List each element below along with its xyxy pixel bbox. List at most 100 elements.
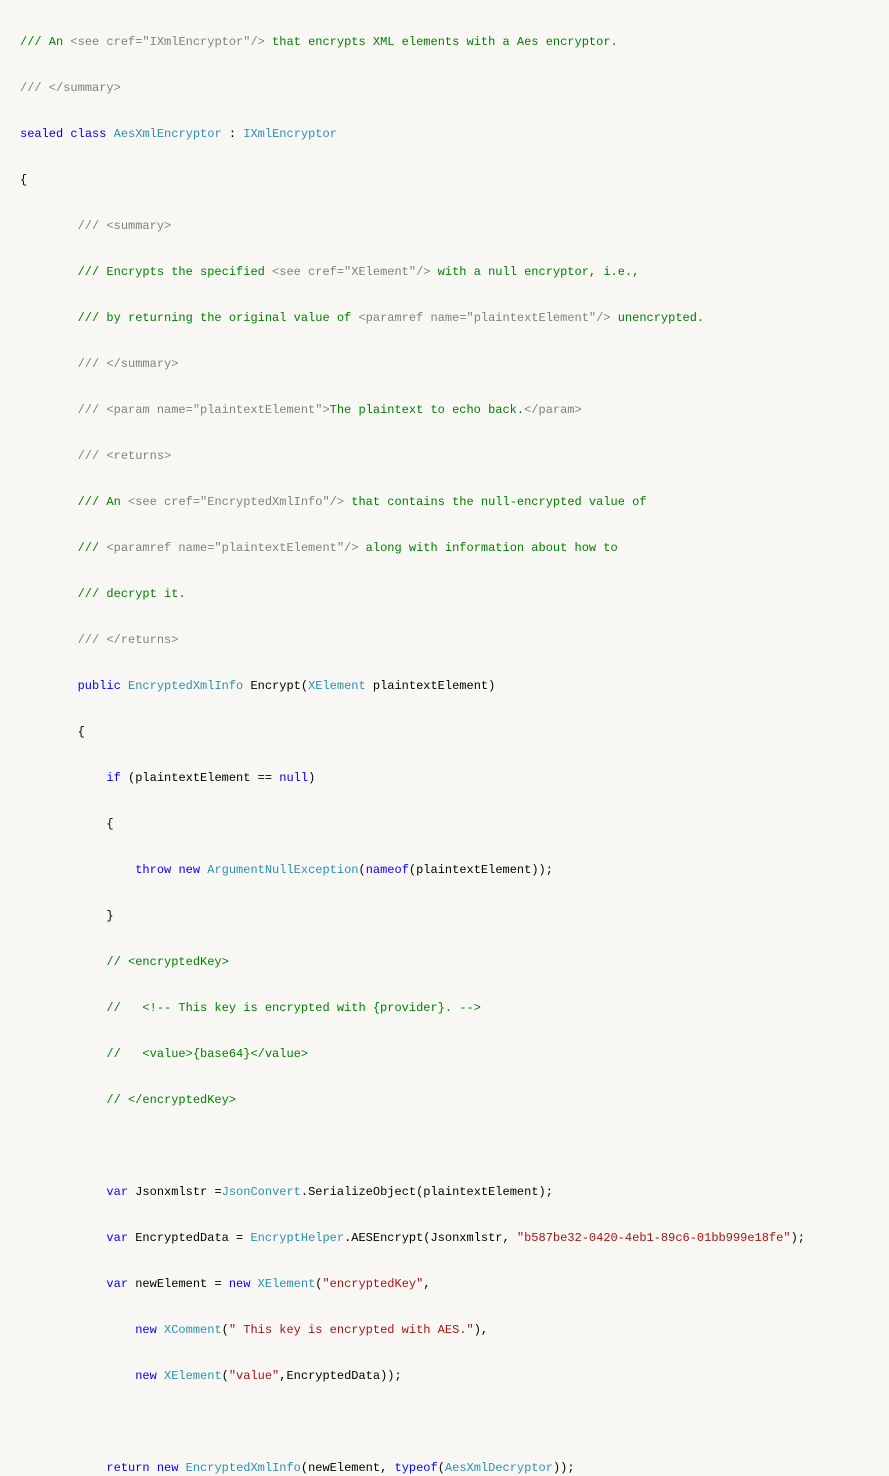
keyword: new <box>229 1277 251 1291</box>
keyword: new <box>178 863 200 877</box>
code-line: /// <returns> <box>20 445 889 468</box>
sp <box>157 1369 164 1383</box>
code-line: // </encryptedKey> <box>20 1089 889 1112</box>
code-line: /// by returning the original value of <… <box>20 307 889 330</box>
punct: ( <box>222 1323 229 1337</box>
xml-tag: </param> <box>524 403 582 417</box>
code-line: var newElement = new XElement("encrypted… <box>20 1273 889 1296</box>
code-line: /// An <see cref="IXmlEncryptor"/> that … <box>20 31 889 54</box>
comment: // <value>{base64}</value> <box>20 1047 308 1061</box>
pad <box>20 1461 106 1475</box>
code-line: } <box>20 905 889 928</box>
sp <box>171 863 178 877</box>
punct: ), <box>474 1323 488 1337</box>
xml-tag: /// <param name="plaintextElement"> <box>20 403 330 417</box>
code-line: // <!-- This key is encrypted with {prov… <box>20 997 889 1020</box>
pad <box>20 771 106 785</box>
sp <box>121 679 128 693</box>
sp <box>178 1461 185 1475</box>
code-line: { <box>20 721 889 744</box>
code-line: /// An <see cref="EncryptedXmlInfo"/> th… <box>20 491 889 514</box>
code: .AESEncrypt(Jsonxmlstr, <box>344 1231 517 1245</box>
keyword: var <box>106 1277 128 1291</box>
code-line: throw new ArgumentNullException(nameof(p… <box>20 859 889 882</box>
code-line: return new EncryptedXmlInfo(newElement, … <box>20 1457 889 1476</box>
pad <box>20 1185 106 1199</box>
cond: (plaintextElement == <box>121 771 279 785</box>
keyword: nameof <box>366 863 409 877</box>
sp <box>150 1461 157 1475</box>
type-name: EncryptedXmlInfo <box>186 1461 301 1475</box>
keyword: var <box>106 1231 128 1245</box>
pad <box>20 1369 135 1383</box>
xml-doc: /// An <box>20 495 128 509</box>
keyword: new <box>157 1461 179 1475</box>
punct: ( <box>358 863 365 877</box>
keyword: var <box>106 1185 128 1199</box>
code-line: /// Encrypts the specified <see cref="XE… <box>20 261 889 284</box>
code: (newElement, <box>301 1461 395 1475</box>
code-line: public EncryptedXmlInfo Encrypt(XElement… <box>20 675 889 698</box>
brace: } <box>20 909 114 923</box>
keyword: typeof <box>395 1461 438 1475</box>
type-name: ArgumentNullException <box>207 863 358 877</box>
code-line: /// <param name="plaintextElement">The p… <box>20 399 889 422</box>
punct: )); <box>553 1461 575 1475</box>
brace: { <box>20 817 114 831</box>
brace: { <box>20 725 85 739</box>
code-block: /// An <see cref="IXmlEncryptor"/> that … <box>20 8 889 1476</box>
type-name: AesXmlDecryptor <box>445 1461 553 1475</box>
code-line: /// <paramref name="plaintextElement"/> … <box>20 537 889 560</box>
xml-tag: <see cref="XElement"/> <box>272 265 430 279</box>
punct: ( <box>315 1277 322 1291</box>
type-name: XElement <box>164 1369 222 1383</box>
keyword: new <box>135 1369 157 1383</box>
params: plaintextElement) <box>366 679 496 693</box>
code-line: { <box>20 169 889 192</box>
keyword: class <box>70 127 106 141</box>
code: newElement = <box>128 1277 229 1291</box>
pad <box>20 1231 106 1245</box>
type-name: IXmlEncryptor <box>243 127 337 141</box>
code: ,EncryptedData)); <box>279 1369 401 1383</box>
comment: // <!-- This key is encrypted with {prov… <box>20 1001 481 1015</box>
type-name: XElement <box>308 679 366 693</box>
xml-doc: with a null encryptor, i.e., <box>430 265 639 279</box>
code-line: new XElement("value",EncryptedData)); <box>20 1365 889 1388</box>
type-name: XElement <box>258 1277 316 1291</box>
punct: ( <box>222 1369 229 1383</box>
code-line: { <box>20 813 889 836</box>
code-line: var EncryptedData = EncryptHelper.AESEnc… <box>20 1227 889 1250</box>
code-line: /// decrypt it. <box>20 583 889 606</box>
string: "encryptedKey" <box>322 1277 423 1291</box>
keyword: throw <box>135 863 171 877</box>
code: EncryptedData = <box>128 1231 250 1245</box>
code-line: if (plaintextElement == null) <box>20 767 889 790</box>
string: "b587be32-0420-4eb1-89c6-01bb999e18fe" <box>517 1231 791 1245</box>
type-name: AesXmlEncryptor <box>114 127 222 141</box>
type-name: JsonConvert <box>222 1185 301 1199</box>
code-line: /// </summary> <box>20 77 889 100</box>
code-line <box>20 1411 889 1434</box>
type-name: EncryptedXmlInfo <box>128 679 243 693</box>
sp <box>200 863 207 877</box>
blank <box>20 1139 27 1153</box>
xml-doc: along with information about how to <box>358 541 617 555</box>
string: "value" <box>229 1369 279 1383</box>
code-line: // <encryptedKey> <box>20 951 889 974</box>
xml-doc: The plaintext to echo back. <box>330 403 524 417</box>
code: .SerializeObject(plaintextElement); <box>301 1185 553 1199</box>
pad <box>20 679 78 693</box>
xml-doc: /// by returning the original value of <box>20 311 358 325</box>
xml-tag: /// </summary> <box>20 81 121 95</box>
code-line: sealed class AesXmlEncryptor : IXmlEncry… <box>20 123 889 146</box>
xml-tag: <see cref="IXmlEncryptor"/> <box>70 35 264 49</box>
punct: ( <box>438 1461 445 1475</box>
xml-tag: /// <summary> <box>20 219 171 233</box>
keyword: new <box>135 1323 157 1337</box>
code-line: /// </summary> <box>20 353 889 376</box>
pad <box>20 863 135 877</box>
code-line: new XComment(" This key is encrypted wit… <box>20 1319 889 1342</box>
xml-doc: /// <box>20 541 106 555</box>
type-name: XComment <box>164 1323 222 1337</box>
